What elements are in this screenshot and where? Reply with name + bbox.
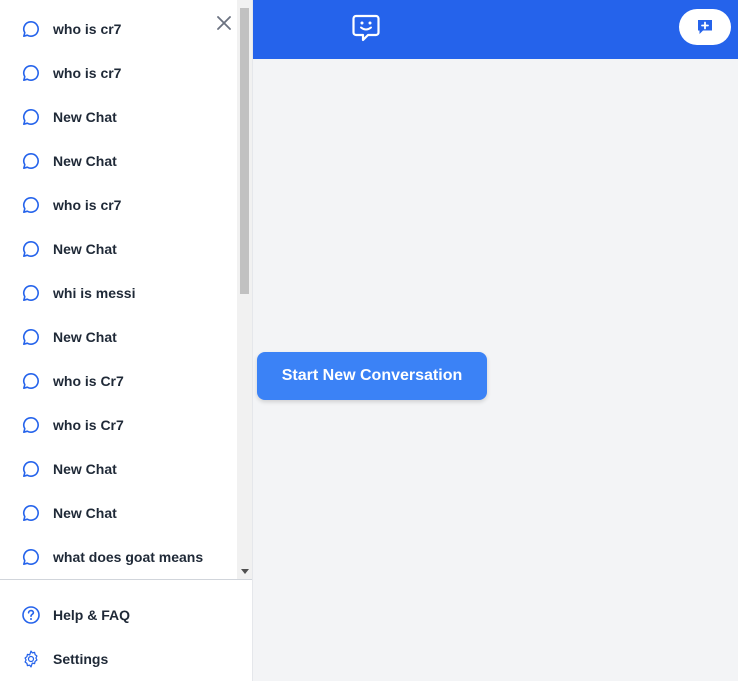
chat-bubble-icon-wrap: [21, 327, 41, 347]
chat-history-label: whi is messi: [53, 285, 136, 301]
chat-bubble-icon-wrap: [21, 459, 41, 479]
caret-down-icon: [240, 569, 249, 574]
help-faq-link[interactable]: Help & FAQ: [0, 593, 252, 637]
chat-history-item[interactable]: New Chat: [0, 447, 237, 491]
gear-icon: [24, 650, 38, 668]
settings-label: Settings: [53, 651, 109, 667]
chat-history-label: who is cr7: [53, 21, 122, 37]
help-faq-label: Help & FAQ: [53, 607, 131, 623]
settings-link[interactable]: Settings: [0, 637, 252, 681]
chat-bubble-icon-wrap: [21, 415, 41, 435]
chat-history-label: New Chat: [53, 505, 117, 521]
chat-history-item[interactable]: New Chat: [0, 315, 237, 359]
chat-history-item[interactable]: who is cr7: [0, 7, 237, 51]
chat-history-label: who is Cr7: [53, 417, 124, 433]
chat-bubble-icon: [22, 64, 39, 81]
chat-bubble-icon-wrap: [21, 239, 41, 259]
chat-bubble-icon: [22, 196, 39, 213]
chat-bubble-icon: [22, 372, 39, 389]
chat-history-label: New Chat: [53, 109, 117, 125]
plus-message-icon: [698, 20, 712, 34]
chat-bubble-icon: [22, 328, 39, 345]
app-logo: [351, 13, 381, 43]
chat-history-item[interactable]: who is cr7: [0, 51, 237, 95]
close-sidebar-button[interactable]: [213, 12, 235, 34]
help-circle-icon: [22, 606, 40, 624]
chat-bubble-icon: [22, 108, 39, 125]
chat-bubble-icon-wrap: [21, 19, 41, 39]
chat-bubble-icon-wrap: [21, 63, 41, 83]
chat-history-item[interactable]: New Chat: [0, 491, 237, 535]
scroll-down-arrow[interactable]: [240, 567, 249, 576]
chat-history-label: who is cr7: [53, 65, 122, 81]
chat-bubble-icon: [22, 152, 39, 169]
chat-history-label: what does goat means: [53, 549, 204, 565]
chat-bubble-icon-wrap: [21, 107, 41, 127]
chat-bubble-icon: [22, 548, 39, 565]
chat-history-panel: who is cr7 who is cr7 New Chat New Chat who …: [0, 0, 252, 579]
chat-bubble-icon-wrap: [21, 371, 41, 391]
chat-history-label: New Chat: [53, 329, 117, 345]
top-header: [253, 0, 738, 59]
chat-list-scrollbar[interactable]: [237, 0, 252, 579]
chat-bubble-icon-wrap: [21, 503, 41, 523]
chat-history-label: who is cr7: [53, 197, 122, 213]
sidebar: who is cr7 who is cr7 New Chat New Chat who …: [0, 0, 253, 681]
new-chat-button[interactable]: [679, 9, 731, 45]
chat-history-item[interactable]: New Chat: [0, 139, 237, 183]
chat-history-item[interactable]: what does goat means: [0, 535, 237, 579]
chat-history-item[interactable]: who is Cr7: [0, 359, 237, 403]
chat-bubble-icon: [22, 504, 39, 521]
chat-history-item[interactable]: who is Cr7: [0, 403, 237, 447]
chat-history-item[interactable]: who is cr7: [0, 183, 237, 227]
chat-history-label: New Chat: [53, 461, 117, 477]
chat-bubble-icon: [22, 20, 39, 37]
chat-history-label: who is Cr7: [53, 373, 124, 389]
chat-bubble-icon-wrap: [21, 195, 41, 215]
app-window: who is cr7 who is cr7 New Chat New Chat who …: [0, 0, 738, 681]
scrollbar-thumb[interactable]: [240, 8, 249, 294]
chat-bubble-icon: [22, 416, 39, 433]
start-new-conversation-button[interactable]: Start New Conversation: [257, 352, 487, 400]
close-icon: [217, 16, 231, 30]
chat-bubble-icon-wrap: [21, 283, 41, 303]
chat-history-item[interactable]: New Chat: [0, 227, 237, 271]
chat-history-item[interactable]: whi is messi: [0, 271, 237, 315]
chat-bubble-icon-wrap: [21, 547, 41, 567]
chat-history-item[interactable]: New Chat: [0, 95, 237, 139]
chat-history-label: New Chat: [53, 153, 117, 169]
smiley-chat-icon: [352, 14, 380, 42]
chat-history-label: New Chat: [53, 241, 117, 257]
chat-bubble-icon-wrap: [21, 151, 41, 171]
chat-bubble-icon: [22, 240, 39, 257]
chat-history-list: who is cr7 who is cr7 New Chat New Chat who …: [0, 7, 237, 579]
chat-bubble-icon: [22, 460, 39, 477]
sidebar-footer: Help & FAQ Settings: [0, 579, 252, 681]
chat-bubble-icon: [22, 284, 39, 301]
